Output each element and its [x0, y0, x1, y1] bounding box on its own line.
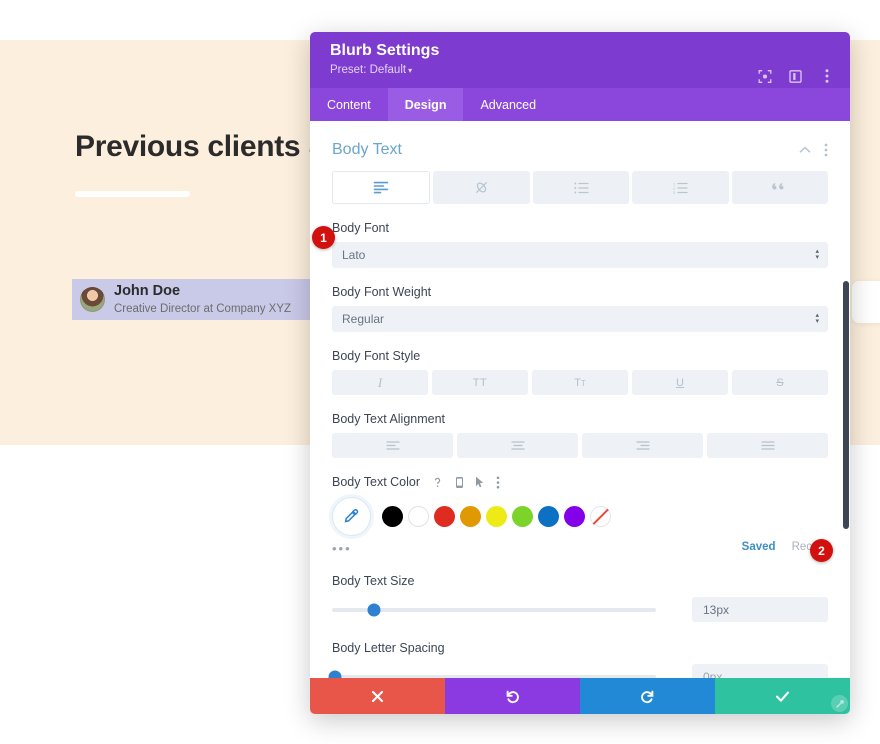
body-text-size-slider[interactable] [332, 603, 656, 616]
chevron-down-icon: ▾ [408, 66, 413, 75]
vertical-scrollbar[interactable] [843, 281, 849, 529]
split-view-icon[interactable] [788, 69, 803, 84]
modal-tabs: Content Design Advanced [310, 88, 850, 121]
body-font-label: Body Font [332, 221, 389, 235]
align-right-icon[interactable] [582, 433, 703, 458]
body-text-color-label: Body Text Color [332, 475, 421, 489]
unordered-list-icon[interactable] [532, 171, 630, 204]
blockquote-icon[interactable] [731, 171, 829, 204]
color-swatch-row [332, 497, 828, 536]
align-center-icon[interactable] [457, 433, 578, 458]
chevron-up-icon[interactable] [799, 146, 811, 154]
swatch-yellow[interactable] [486, 506, 507, 527]
modal-footer [310, 678, 850, 714]
hover-cursor-icon[interactable] [475, 476, 485, 489]
tab-advanced[interactable]: Advanced [463, 88, 553, 121]
swatch-white[interactable] [408, 506, 429, 527]
body-letter-spacing-input[interactable]: 0px [692, 664, 828, 678]
body-font-weight-select[interactable]: Regular ▴ ▾ [332, 306, 828, 332]
swatch-green[interactable] [512, 506, 533, 527]
responsive-mobile-icon[interactable] [455, 476, 464, 489]
blurb-title: John Doe [114, 282, 181, 299]
body-font-select[interactable]: Lato ▴ ▾ [332, 242, 828, 268]
section-title: Body Text [332, 141, 402, 158]
settings-scroll-area: Body Text 1 2 3 Body Font Lato ▴ ▾ Body … [310, 121, 850, 678]
body-text-color-field: Body Text Color ••• Saved [332, 475, 828, 556]
body-letter-spacing-field: Body Letter Spacing 0px [328, 641, 828, 678]
resize-handle-icon[interactable] [831, 695, 848, 712]
align-left-icon[interactable] [332, 433, 453, 458]
body-text-alignment-field: Body Text Alignment [332, 412, 828, 458]
swatch-blue[interactable] [538, 506, 559, 527]
heading-divider [75, 191, 190, 197]
strikethrough-icon[interactable]: S [732, 370, 828, 395]
uppercase-icon[interactable]: TT [432, 370, 528, 395]
page-title: Previous clients & the [75, 130, 335, 163]
swatch-red[interactable] [434, 506, 455, 527]
offscreen-card [852, 281, 880, 323]
modal-title: Blurb Settings [330, 42, 440, 59]
tab-design[interactable]: Design [387, 88, 464, 121]
text-type-tabs: 1 2 3 [332, 171, 829, 204]
more-vertical-icon[interactable] [496, 476, 500, 489]
body-font-weight-field: Body Font Weight Regular ▴ ▾ [332, 285, 828, 332]
body-letter-spacing-label: Body Letter Spacing [332, 641, 445, 655]
tab-content[interactable]: Content [310, 88, 388, 121]
slider-knob[interactable] [367, 603, 381, 616]
modal-header: Blurb Settings Preset: Default ▾ [310, 32, 850, 88]
saved-colors-tab[interactable]: Saved [742, 541, 776, 553]
swatch-none[interactable] [590, 506, 611, 527]
slider-knob[interactable] [328, 670, 342, 678]
body-text-size-input[interactable]: 13px [692, 597, 828, 622]
undo-button[interactable] [445, 678, 580, 714]
preset-label: Preset: Default [330, 64, 407, 76]
body-font-weight-label: Body Font Weight [332, 285, 432, 299]
blurb-body-text: Creative Director at Company XYZ [114, 302, 292, 315]
paragraph-icon[interactable] [332, 171, 431, 204]
swatch-purple[interactable] [564, 506, 585, 527]
cancel-button[interactable] [310, 678, 445, 714]
callout-badge-1: 1 [312, 226, 335, 249]
callout-badge-2: 2 [810, 539, 833, 562]
save-button[interactable] [715, 678, 850, 714]
more-vertical-icon[interactable] [824, 143, 828, 157]
fullscreen-icon[interactable] [757, 69, 772, 84]
body-font-style-label: Body Font Style [332, 349, 421, 363]
body-text-alignment-label: Body Text Alignment [332, 412, 446, 426]
eyedropper-icon[interactable] [332, 497, 371, 536]
body-text-alignment-group [332, 433, 828, 458]
body-font-style-group: I TT TT U S [332, 370, 828, 395]
underline-icon[interactable]: U [632, 370, 728, 395]
more-vertical-icon[interactable] [819, 69, 834, 84]
svg-text:3: 3 [673, 190, 676, 194]
body-font-weight-value: Regular [342, 312, 385, 326]
help-icon[interactable] [431, 476, 444, 489]
blurb-module[interactable]: John Doe Creative Director at Company XY… [72, 279, 320, 320]
ordered-list-icon[interactable]: 1 2 3 [632, 171, 729, 204]
body-font-style-field: Body Font Style I TT TT U S [332, 349, 828, 395]
select-arrows-icon: ▴ ▾ [815, 312, 819, 325]
italic-icon[interactable]: I [332, 370, 428, 395]
small-caps-icon[interactable]: TT [532, 370, 628, 395]
avatar [80, 287, 105, 312]
body-font-value: Lato [342, 248, 366, 262]
link-icon[interactable] [433, 171, 530, 204]
body-text-size-field: Body Text Size 13px [332, 574, 828, 622]
body-font-field: Body Font Lato ▴ ▾ [332, 221, 828, 268]
blurb-settings-modal: Blurb Settings Preset: Default ▾ Content… [310, 32, 850, 714]
redo-button[interactable] [580, 678, 715, 714]
swatch-black[interactable] [382, 506, 403, 527]
align-justify-icon[interactable] [707, 433, 828, 458]
body-text-size-label: Body Text Size [332, 574, 415, 588]
swatch-orange[interactable] [460, 506, 481, 527]
body-text-section-header: Body Text [332, 121, 828, 171]
select-arrows-icon: ▴ ▾ [815, 248, 819, 261]
